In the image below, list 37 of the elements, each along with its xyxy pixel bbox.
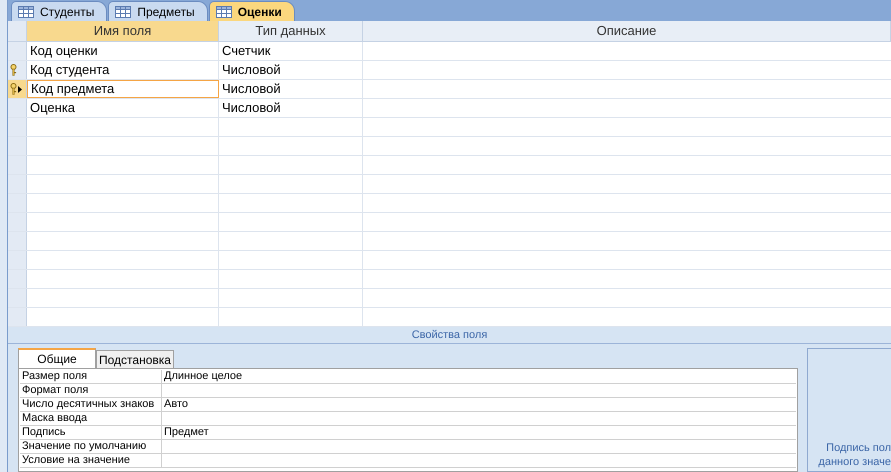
column-header: Описание (363, 21, 891, 41)
data-type-cell[interactable]: Числовой (219, 61, 363, 79)
current-row-icon (18, 86, 22, 92)
section-title: Свойства поля (412, 328, 488, 343)
column-header: Тип данных (219, 21, 363, 41)
document-tab[interactable]: Предметы (108, 1, 208, 21)
property-name: Размер поля (20, 370, 162, 383)
property-name: Условие на значение (20, 454, 162, 467)
property-value[interactable]: Предмет (162, 426, 796, 439)
property-name: Подпись (20, 426, 162, 439)
help-text: Подпись пол (826, 441, 891, 455)
property-value[interactable]: Длинное целое (162, 370, 796, 383)
table-icon (115, 6, 132, 18)
key-icon (10, 64, 17, 76)
data-type-cell[interactable]: Числовой (219, 80, 363, 98)
document-tab[interactable]: Студенты (11, 1, 108, 21)
property-name: Значение по умолчанию (20, 440, 162, 453)
row-selector[interactable] (8, 80, 27, 98)
property-tab[interactable]: Подстановка (96, 350, 174, 368)
field-name-cell[interactable]: Код предмета (27, 80, 219, 98)
property-name: Формат поля (20, 384, 162, 397)
property-tab[interactable]: Общие (18, 348, 96, 368)
column-header: Имя поля (27, 21, 219, 41)
document-tab[interactable]: Оценки (208, 1, 295, 21)
data-type-cell[interactable]: Счетчик (219, 42, 363, 60)
data-type-cell[interactable]: Числовой (219, 99, 363, 117)
help-text: данного значе (818, 455, 891, 469)
table-icon (18, 6, 34, 18)
key-icon (10, 83, 17, 95)
field-name-cell[interactable]: Оценка (27, 99, 219, 117)
property-value[interactable]: Авто (162, 398, 796, 411)
property-name: Число десятичных знаков (20, 398, 162, 411)
property-name: Маска ввода (20, 412, 162, 425)
field-name-cell[interactable]: Код студента (27, 61, 219, 79)
select-all-corner[interactable] (8, 21, 27, 41)
table-icon (216, 6, 232, 18)
field-name-cell[interactable]: Код оценки (27, 42, 219, 60)
